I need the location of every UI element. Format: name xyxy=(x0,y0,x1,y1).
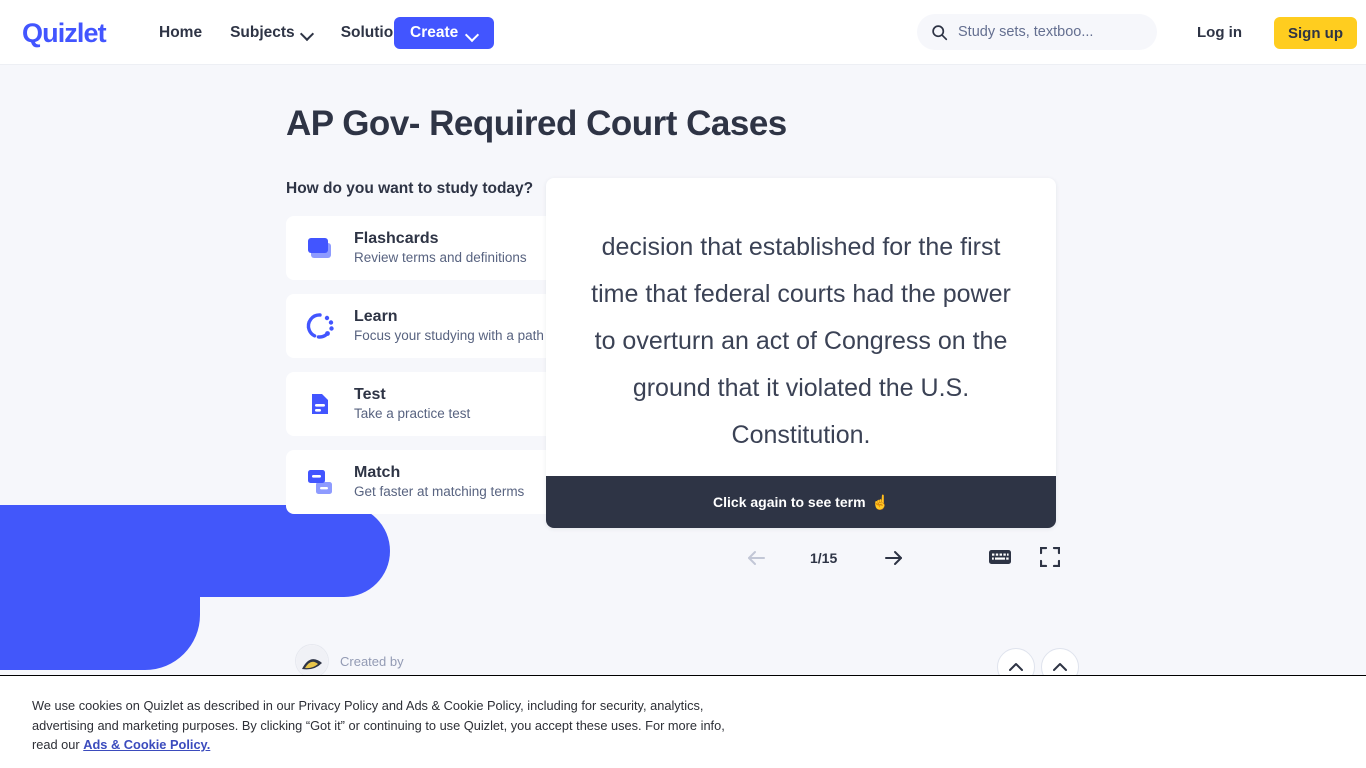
main-navigation: Home Subjects Solutions xyxy=(145,0,425,65)
page-title: AP Gov- Required Court Cases xyxy=(286,104,787,143)
study-mode-flashcards[interactable]: Flashcards Review terms and definitions xyxy=(286,216,586,280)
next-card-button[interactable] xyxy=(882,546,906,575)
study-mode-learn-desc: Focus your studying with a path xyxy=(354,328,544,344)
pointing-hand-icon: ☝️ xyxy=(871,493,889,510)
study-prompt: How do you want to study today? xyxy=(286,180,534,197)
nav-subjects-label: Subjects xyxy=(230,23,295,41)
avatar[interactable] xyxy=(296,645,328,677)
arrow-right-icon xyxy=(885,551,902,565)
decorative-blob-bottom xyxy=(0,560,200,670)
study-mode-flashcards-desc: Review terms and definitions xyxy=(354,250,527,266)
study-mode-test-label: Test xyxy=(354,386,386,404)
fullscreen-button[interactable] xyxy=(1039,546,1061,572)
signup-button[interactable]: Sign up xyxy=(1274,17,1357,49)
cookie-banner: We use cookies on Quizlet as described i… xyxy=(0,675,1366,768)
flashcard-flip-hint-label: Click again to see term xyxy=(713,494,866,510)
flashcard-definition: decision that established for the first … xyxy=(591,233,1011,449)
study-mode-test-desc: Take a practice test xyxy=(354,406,471,422)
created-by-label: Created by xyxy=(340,653,404,669)
study-mode-learn[interactable]: Learn Focus your studying with a path xyxy=(286,294,586,358)
keyboard-icon xyxy=(989,550,1011,564)
chevron-up-icon xyxy=(1053,663,1067,671)
keyboard-shortcuts-button[interactable] xyxy=(988,547,1012,572)
card-counter: 1/15 xyxy=(810,550,838,566)
flashcard-controls: 1/15 xyxy=(730,542,1070,574)
test-icon xyxy=(300,384,340,424)
site-header: Quizlet Home Subjects Solutions Create L… xyxy=(0,0,1366,65)
prev-card-button[interactable] xyxy=(744,546,768,575)
chevron-down-icon xyxy=(467,30,478,37)
nav-home-label: Home xyxy=(159,23,203,41)
study-mode-list: Flashcards Review terms and definitions … xyxy=(286,216,586,528)
flashcards-icon xyxy=(300,228,340,268)
created-by-row: Created by xyxy=(296,645,404,677)
chevron-up-icon xyxy=(1009,663,1023,671)
flashcard[interactable]: decision that established for the first … xyxy=(546,178,1056,528)
search-bar[interactable] xyxy=(917,14,1157,50)
study-mode-flashcards-label: Flashcards xyxy=(354,230,439,248)
match-icon xyxy=(300,462,340,502)
search-icon xyxy=(932,24,948,40)
create-button[interactable]: Create xyxy=(394,17,495,49)
study-mode-learn-label: Learn xyxy=(354,308,398,326)
fullscreen-icon xyxy=(1039,546,1061,568)
ads-cookie-policy-link[interactable]: Ads & Cookie Policy. xyxy=(83,737,210,752)
nav-home[interactable]: Home xyxy=(145,16,216,50)
study-mode-match[interactable]: Match Get faster at matching terms xyxy=(286,450,586,514)
nav-subjects[interactable]: Subjects xyxy=(216,16,327,50)
study-mode-test[interactable]: Test Take a practice test xyxy=(286,372,586,436)
study-mode-match-desc: Get faster at matching terms xyxy=(354,484,525,500)
search-input[interactable] xyxy=(958,24,1138,40)
arrow-left-icon xyxy=(748,551,765,565)
flashcard-flip-hint[interactable]: Click again to see term ☝️ xyxy=(546,476,1056,528)
quizlet-logo[interactable]: Quizlet xyxy=(22,18,107,49)
chevron-down-icon xyxy=(302,29,313,36)
create-button-label: Create xyxy=(410,24,459,41)
learn-icon xyxy=(300,306,340,346)
cookie-banner-text: We use cookies on Quizlet as described i… xyxy=(32,696,732,755)
login-link[interactable]: Log in xyxy=(1197,24,1242,41)
study-mode-match-label: Match xyxy=(354,464,401,482)
